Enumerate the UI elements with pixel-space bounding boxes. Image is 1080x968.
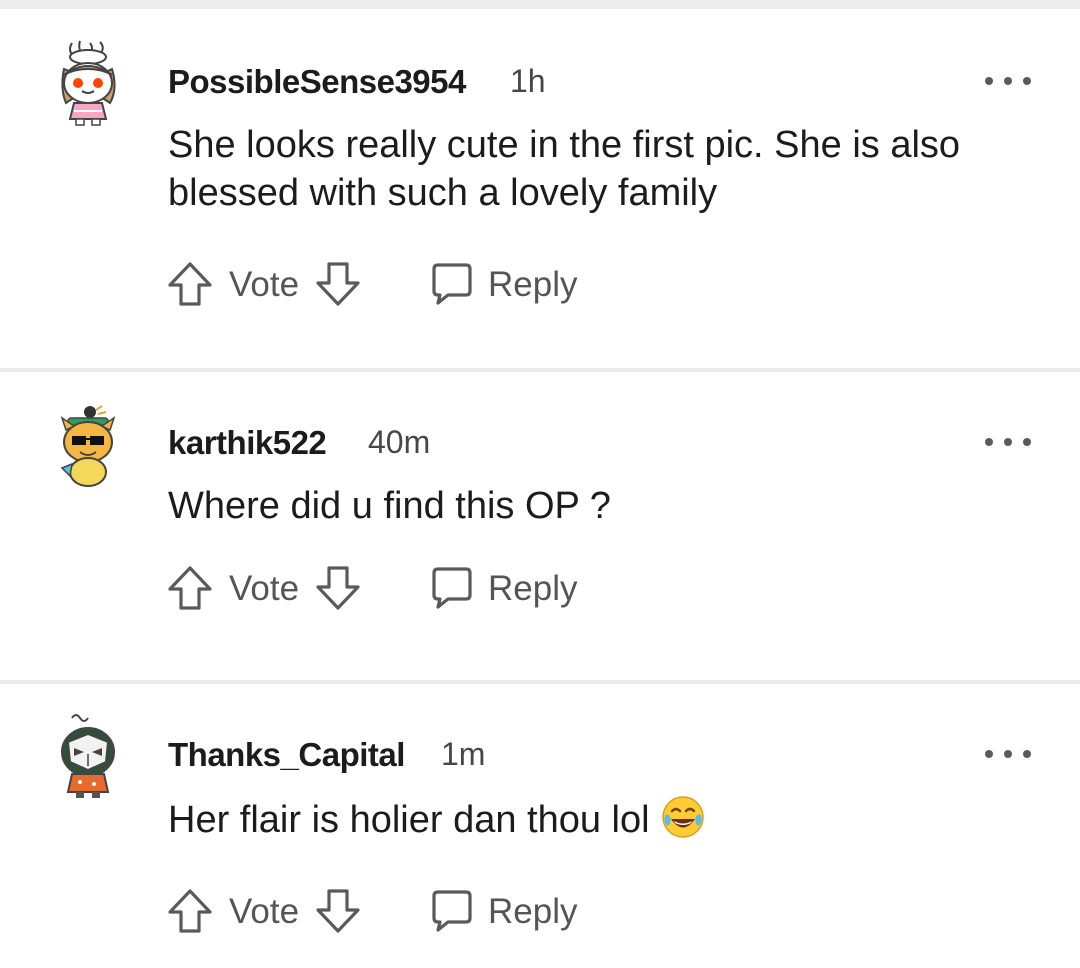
comment-feed: PossibleSense3954 1h She looks really cu… (0, 0, 1080, 968)
vote-label: Vote (229, 892, 300, 931)
upvote-arrow-icon[interactable] (166, 886, 214, 936)
reply-label: Reply (488, 265, 578, 304)
overflow-menu-icon[interactable] (985, 432, 1031, 452)
avatar[interactable] (50, 39, 128, 127)
username[interactable]: Thanks_Capital (168, 736, 405, 774)
speech-bubble-icon (432, 890, 472, 932)
overflow-menu-icon[interactable] (985, 744, 1031, 764)
divider (0, 0, 1080, 7)
comment-text: Her flair is holier dan thou lol (168, 794, 988, 844)
username[interactable]: PossibleSense3954 (168, 63, 466, 101)
timestamp: 1m (441, 736, 486, 772)
comment-text-content: Her flair is holier dan thou lol (168, 799, 650, 841)
dot (1004, 750, 1012, 758)
dot (985, 438, 993, 446)
upvote-arrow-icon[interactable] (166, 563, 214, 613)
dot (1004, 77, 1012, 85)
comment-card: karthik522 40m Where did u find this OP … (0, 372, 1080, 680)
comment-text: Where did u find this OP ? (168, 485, 611, 527)
downvote-arrow-icon[interactable] (314, 259, 362, 309)
comment-text: She looks really cute in the first pic. … (168, 124, 961, 214)
reply-button[interactable]: Reply (426, 886, 586, 936)
avatar[interactable] (50, 712, 128, 800)
downvote-arrow-icon[interactable] (314, 886, 362, 936)
vote-label: Vote (229, 265, 300, 304)
username[interactable]: karthik522 (168, 424, 327, 462)
upvote-arrow-icon[interactable] (166, 259, 214, 309)
avatar[interactable] (50, 404, 128, 492)
speech-bubble-icon (432, 263, 472, 305)
dot (1004, 438, 1012, 446)
reply-label: Reply (488, 569, 578, 608)
dot (1023, 750, 1031, 758)
overflow-menu-icon[interactable] (985, 71, 1031, 91)
speech-bubble-icon (432, 567, 472, 609)
reply-label: Reply (488, 892, 578, 931)
reply-button[interactable]: Reply (426, 259, 586, 309)
dot (1023, 77, 1031, 85)
dot (985, 77, 993, 85)
comment-card: PossibleSense3954 1h She looks really cu… (0, 9, 1080, 368)
dot (985, 750, 993, 758)
reply-button[interactable]: Reply (426, 563, 586, 613)
downvote-arrow-icon[interactable] (314, 563, 362, 613)
vote-label: Vote (229, 569, 300, 608)
avatar-image (61, 714, 115, 798)
face-with-tears-of-joy-icon (661, 796, 704, 838)
dot (1023, 438, 1031, 446)
comment-card: Thanks_Capital 1m Her flair is holier da… (0, 684, 1080, 968)
timestamp: 40m (368, 424, 431, 460)
timestamp: 1h (510, 63, 546, 99)
avatar-image (61, 40, 116, 126)
avatar-image (60, 405, 116, 487)
